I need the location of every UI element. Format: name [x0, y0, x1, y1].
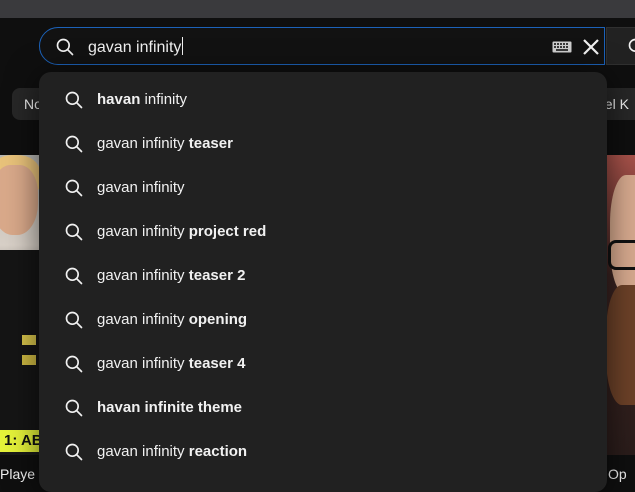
suggestion-item[interactable]: havan infinite theme: [39, 386, 607, 430]
video-thumbnail-left[interactable]: [0, 155, 42, 455]
search-icon: [64, 398, 84, 418]
close-icon[interactable]: [581, 37, 601, 57]
search-icon: [55, 37, 75, 57]
thumbnail-graphic: [22, 355, 36, 365]
suggestion-item[interactable]: gavan infinity: [39, 166, 607, 210]
video-thumbnail-right[interactable]: [606, 155, 635, 455]
keyboard-icon[interactable]: [552, 41, 572, 53]
search-icon: [64, 442, 84, 462]
suggestion-item[interactable]: gavan infinity opening: [39, 298, 607, 342]
search-icon: [627, 37, 635, 57]
browser-top-strip: [0, 0, 635, 18]
suggestion-text: havan infinite theme: [97, 399, 242, 416]
suggestion-text: havan infinity: [97, 91, 187, 108]
search-input[interactable]: gavan infinity: [39, 27, 605, 65]
suggestion-text: gavan infinity teaser 2: [97, 267, 245, 284]
video-title-left[interactable]: Playe: [0, 466, 35, 482]
thumbnail-graphic: [610, 175, 635, 295]
suggestion-item[interactable]: gavan infinity reaction: [39, 430, 607, 474]
suggestion-item[interactable]: gavan infinity teaser 4: [39, 342, 607, 386]
suggestion-text: gavan infinity project red: [97, 223, 266, 240]
thumbnail-graphic: [608, 240, 635, 270]
suggestion-text: gavan infinity teaser 4: [97, 355, 245, 372]
suggestion-item[interactable]: gavan infinity teaser: [39, 122, 607, 166]
search-icon: [64, 222, 84, 242]
search-icon: [64, 178, 84, 198]
search-button[interactable]: [606, 27, 635, 65]
suggestion-text: gavan infinity opening: [97, 311, 247, 328]
suggestion-text: gavan infinity: [97, 179, 185, 196]
search-icon: [64, 266, 84, 286]
suggestion-item[interactable]: gavan infinity teaser 2: [39, 254, 607, 298]
thumbnail-graphic: [0, 165, 38, 235]
suggestion-item[interactable]: havan infinity: [39, 78, 607, 122]
video-title-right[interactable]: Op: [608, 466, 627, 482]
search-icon: [64, 310, 84, 330]
thumbnail-graphic: [606, 285, 635, 405]
search-query-text: gavan infinity: [88, 37, 183, 57]
suggestion-text: gavan infinity reaction: [97, 443, 247, 460]
thumbnail-graphic: [22, 335, 36, 345]
search-icon: [64, 90, 84, 110]
suggestion-text: gavan infinity teaser: [97, 135, 233, 152]
search-suggestions-dropdown: havan infinity gavan infinity teaser gavan…: [39, 72, 607, 492]
suggestion-item[interactable]: gavan infinity project red: [39, 210, 607, 254]
search-icon: [64, 134, 84, 154]
search-icon: [64, 354, 84, 374]
